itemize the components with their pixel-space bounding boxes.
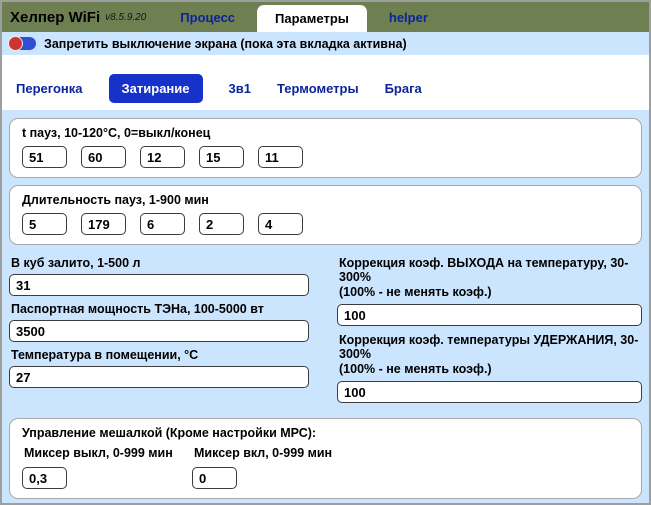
hold-correction-label-line1: Коррекция коэф. температуры УДЕРЖАНИЯ, 3… bbox=[339, 333, 642, 361]
pause-duration-input-1[interactable] bbox=[22, 213, 67, 235]
app-window: Хелпер WiFi v8.5.9.20 Процесс Параметры … bbox=[0, 0, 651, 505]
left-column: В куб залито, 1-500 л Паспортная мощност… bbox=[9, 254, 331, 410]
room-temp-label: Температура в помещении, °С bbox=[11, 348, 331, 362]
mixer-off-field: Миксер выкл, 0-999 мин bbox=[22, 446, 192, 489]
hold-correction-label-line2: (100% - не менять коэф.) bbox=[339, 362, 642, 376]
mixer-fields: Миксер выкл, 0-999 мин Миксер вкл, 0-999… bbox=[22, 446, 629, 489]
screen-lock-toggle[interactable] bbox=[9, 37, 36, 50]
room-temp-input[interactable] bbox=[9, 366, 309, 388]
subtab-braga[interactable]: Брага bbox=[385, 81, 422, 96]
right-column: Коррекция коэф. ВЫХОДА на температуру, 3… bbox=[331, 254, 642, 410]
subtab-termometry[interactable]: Термометры bbox=[277, 81, 359, 96]
pause-durations-inputs bbox=[22, 213, 629, 235]
parameters-panel: t пауз, 10-120°С, 0=выкл/конец Длительно… bbox=[2, 110, 649, 505]
screen-lock-label: Запретить выключение экрана (пока эта вк… bbox=[44, 37, 407, 51]
mixer-group: Управление мешалкой (Кроме настройки МРС… bbox=[9, 418, 642, 499]
pause-temp-input-2[interactable] bbox=[81, 146, 126, 168]
app-title: Хелпер WiFi bbox=[10, 9, 100, 26]
mixer-title: Управление мешалкой (Кроме настройки МРС… bbox=[22, 426, 629, 440]
pause-temps-label: t пауз, 10-120°С, 0=выкл/конец bbox=[22, 126, 629, 140]
mixer-off-input[interactable] bbox=[22, 467, 67, 489]
cube-volume-label: В куб залито, 1-500 л bbox=[11, 256, 331, 270]
output-correction-input[interactable] bbox=[337, 304, 642, 326]
tab-helper[interactable]: helper bbox=[389, 10, 428, 25]
hold-correction-block: Коррекция коэф. температуры УДЕРЖАНИЯ, 3… bbox=[337, 333, 642, 403]
mixer-on-input[interactable] bbox=[192, 467, 237, 489]
parameter-columns: В куб залито, 1-500 л Паспортная мощност… bbox=[9, 254, 642, 410]
pause-temp-input-1[interactable] bbox=[22, 146, 67, 168]
heater-power-input[interactable] bbox=[9, 320, 309, 342]
pause-durations-label: Длительность пауз, 1-900 мин bbox=[22, 193, 629, 207]
mixer-off-label: Миксер выкл, 0-999 мин bbox=[24, 446, 192, 460]
mixer-on-field: Миксер вкл, 0-999 мин bbox=[192, 446, 362, 489]
cube-volume-input[interactable] bbox=[9, 274, 309, 296]
hold-correction-input[interactable] bbox=[337, 381, 642, 403]
pause-duration-input-4[interactable] bbox=[199, 213, 244, 235]
screen-lock-row: Запретить выключение экрана (пока эта вк… bbox=[2, 32, 649, 55]
pause-duration-input-3[interactable] bbox=[140, 213, 185, 235]
subtab-zatiranie[interactable]: Затирание bbox=[109, 74, 203, 103]
pause-temp-input-5[interactable] bbox=[258, 146, 303, 168]
mixer-on-label: Миксер вкл, 0-999 мин bbox=[194, 446, 362, 460]
pause-temps-group: t пауз, 10-120°С, 0=выкл/конец bbox=[9, 118, 642, 178]
pause-temp-input-3[interactable] bbox=[140, 146, 185, 168]
pause-duration-input-5[interactable] bbox=[258, 213, 303, 235]
toggle-knob-icon bbox=[8, 36, 23, 51]
output-correction-label-line2: (100% - не менять коэф.) bbox=[339, 285, 642, 299]
output-correction-block: Коррекция коэф. ВЫХОДА на температуру, 3… bbox=[337, 256, 642, 326]
output-correction-label-line1: Коррекция коэф. ВЫХОДА на температуру, 3… bbox=[339, 256, 642, 284]
title-bar: Хелпер WiFi v8.5.9.20 Процесс Параметры … bbox=[2, 2, 649, 32]
heater-power-label: Паспортная мощность ТЭНа, 100-5000 вт bbox=[11, 302, 331, 316]
pause-temp-input-4[interactable] bbox=[199, 146, 244, 168]
subtab-peregonka[interactable]: Перегонка bbox=[16, 81, 83, 96]
pause-durations-group: Длительность пауз, 1-900 мин bbox=[9, 185, 642, 245]
pause-temps-inputs bbox=[22, 146, 629, 168]
app-version: v8.5.9.20 bbox=[105, 12, 146, 23]
subtab-3v1[interactable]: 3в1 bbox=[229, 81, 251, 96]
subtab-bar: Перегонка Затирание 3в1 Термометры Брага bbox=[2, 55, 649, 110]
pause-duration-input-2[interactable] bbox=[81, 213, 126, 235]
tab-process[interactable]: Процесс bbox=[180, 10, 235, 25]
tab-parameters[interactable]: Параметры bbox=[257, 5, 367, 32]
